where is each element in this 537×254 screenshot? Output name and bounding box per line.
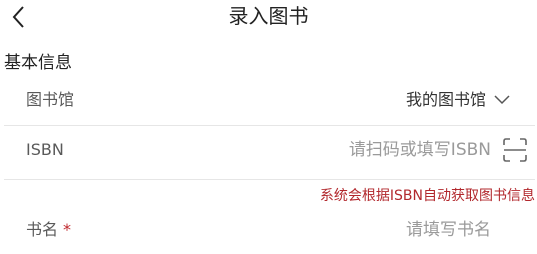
library-select[interactable]: 我的图书馆 xyxy=(406,88,510,112)
section-title: 基本信息 xyxy=(4,53,72,73)
title-label-text: 书名 xyxy=(26,220,59,239)
isbn-hint: 系统会根据ISBN自动获取图书信息 xyxy=(319,188,535,204)
page-title: 录入图书 xyxy=(228,4,309,28)
chevron-down-icon xyxy=(494,95,510,105)
title-row: 书名 * xyxy=(4,216,535,248)
library-label: 图书馆 xyxy=(26,90,75,109)
scan-icon xyxy=(503,138,527,162)
nav-bar: 录入图书 xyxy=(0,0,537,36)
title-label: 书名 * xyxy=(26,219,71,241)
library-row: 图书馆 我的图书馆 xyxy=(4,86,535,126)
isbn-label: ISBN xyxy=(26,140,64,159)
library-value: 我的图书馆 xyxy=(405,90,486,109)
title-input[interactable] xyxy=(271,216,491,244)
required-star: * xyxy=(63,220,72,239)
scan-button[interactable] xyxy=(502,137,528,163)
isbn-input[interactable] xyxy=(231,136,491,164)
isbn-row: ISBN xyxy=(4,126,535,180)
divider xyxy=(4,179,535,180)
